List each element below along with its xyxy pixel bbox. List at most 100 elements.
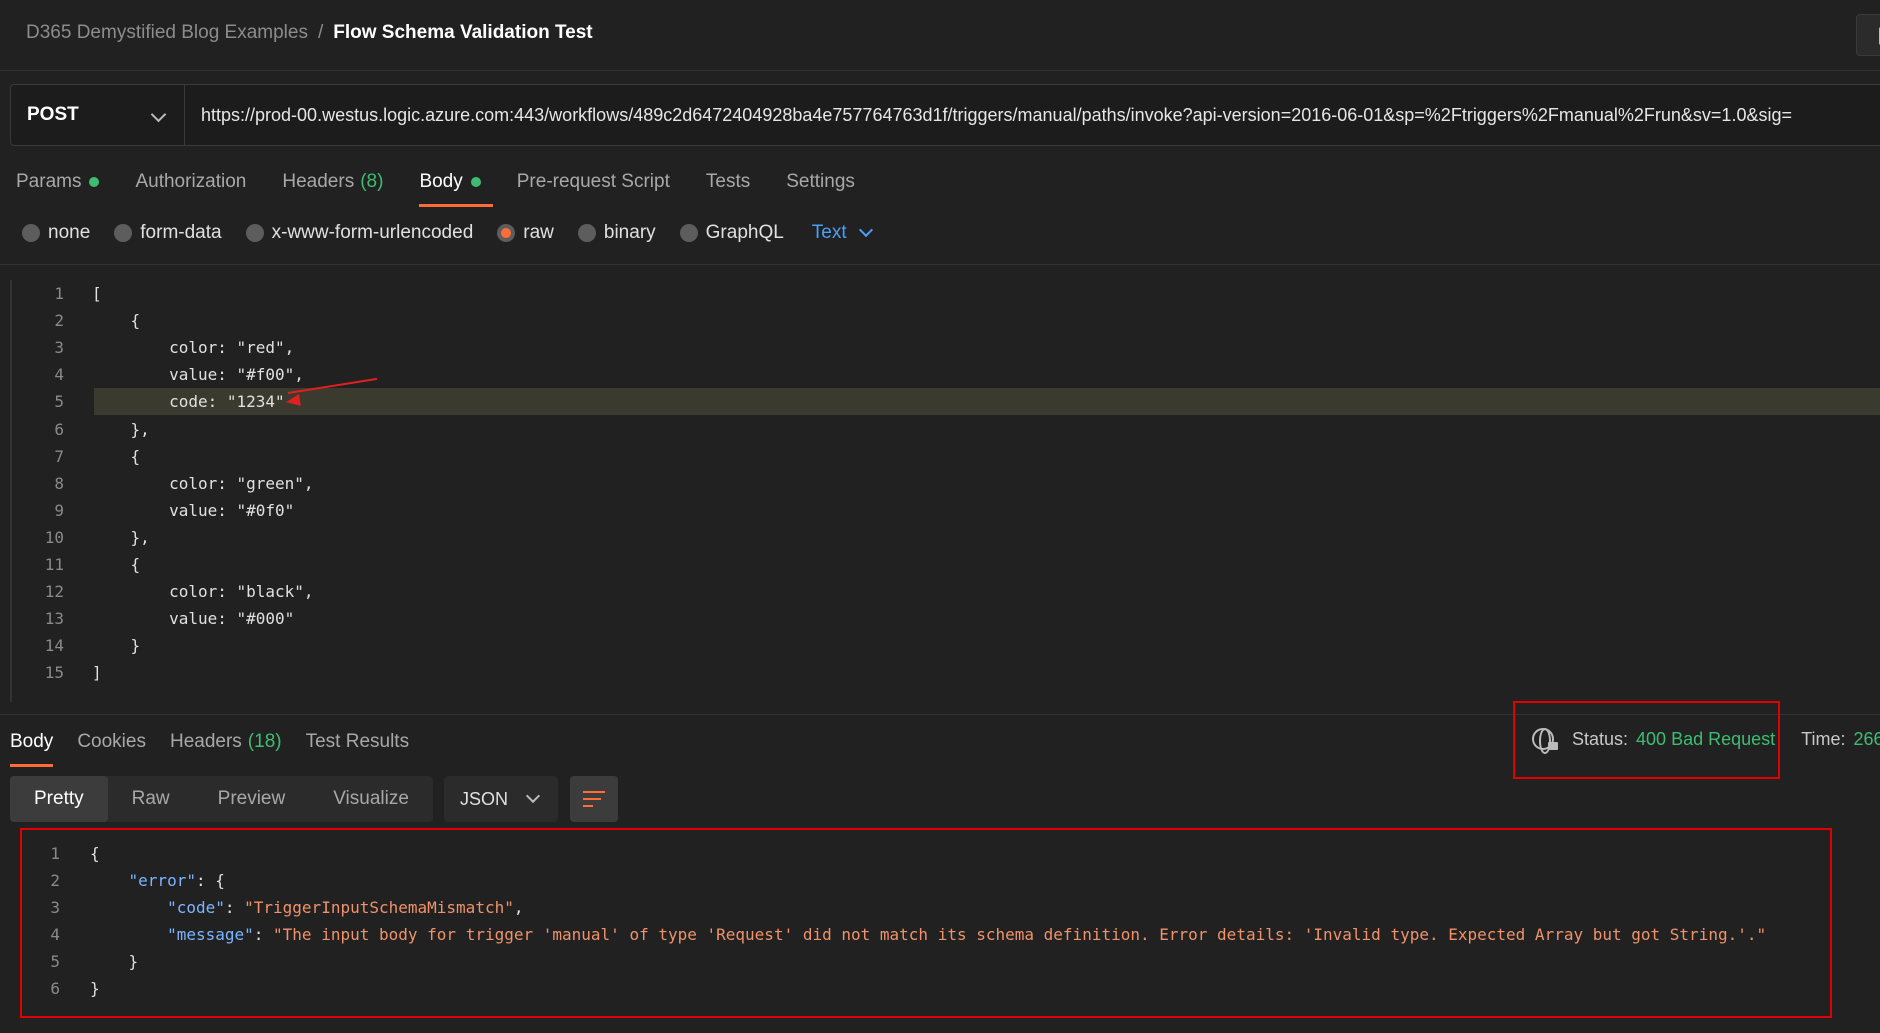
raw-format-select[interactable]: Text	[811, 222, 873, 244]
code-text: color: "black",	[92, 582, 314, 602]
wrap-icon-line	[583, 805, 593, 807]
network-globe-icon[interactable]	[1532, 728, 1558, 754]
request-title[interactable]: Flow Schema Validation Test	[333, 22, 592, 44]
radio-raw[interactable]: raw	[497, 222, 554, 244]
status-value[interactable]: 400 Bad Request	[1636, 729, 1775, 750]
code-line: 2 {	[12, 307, 1880, 334]
view-raw-button[interactable]: Raw	[108, 776, 194, 822]
lock-icon	[1548, 742, 1558, 750]
tab-headers[interactable]: Headers (8)	[282, 168, 383, 196]
radio-label: GraphQL	[705, 222, 784, 243]
code-line: 3 "code": "TriggerInputSchemaMismatch",	[50, 898, 524, 917]
tab-authorization[interactable]: Authorization	[135, 168, 246, 196]
tab-params[interactable]: Params	[16, 168, 100, 196]
url-input[interactable]: https://prod-00.westus.logic.azure.com:4…	[185, 85, 1880, 145]
code-line: 4 "message": "The input body for trigger…	[50, 925, 1767, 944]
code-line: 15]	[12, 659, 1880, 686]
breadcrumb-workspace[interactable]: D365 Demystified Blog Examples	[26, 22, 308, 44]
radio-circle-selected	[497, 224, 516, 242]
wrap-icon	[583, 791, 605, 793]
json-string: "TriggerInputSchemaMismatch"	[244, 898, 514, 917]
active-dot-icon	[470, 177, 481, 187]
code-line: 10 },	[12, 524, 1880, 551]
code-line: 8 color: "green",	[12, 470, 1880, 497]
tab-label: Body	[419, 171, 463, 192]
line-number: 14	[44, 636, 64, 656]
save-button[interactable]	[1856, 14, 1880, 56]
time-label: Time:	[1801, 728, 1846, 749]
code-line: 4 value: "#f00",	[12, 361, 1880, 388]
radio-x-www-form-urlencoded[interactable]: x-www-form-urlencoded	[245, 222, 474, 244]
code-text: color: "red",	[92, 338, 295, 358]
line-number: 11	[44, 555, 64, 574]
raw-format-label: Text	[811, 222, 847, 243]
code-text: {	[92, 446, 141, 466]
line-number: 12	[44, 582, 64, 602]
body-type-options: none form-data x-www-form-urlencoded raw…	[22, 222, 873, 244]
code-line: 1{	[50, 844, 100, 863]
wrap-lines-button[interactable]	[570, 776, 618, 822]
view-preview-button[interactable]: Preview	[194, 776, 310, 822]
response-format-select[interactable]: JSON	[444, 776, 558, 822]
radio-binary[interactable]: binary	[577, 222, 656, 244]
code-line: 1[	[12, 280, 1880, 307]
code-line: 2 "error": {	[50, 871, 225, 890]
radio-circle	[577, 224, 596, 242]
tab-cookies[interactable]: Cookies	[77, 728, 146, 756]
code-line: 7 {	[12, 443, 1880, 470]
radio-form-data[interactable]: form-data	[114, 222, 222, 244]
line-number: 10	[44, 527, 64, 547]
method-select[interactable]: POST	[11, 85, 185, 145]
response-status: Status: 400 Bad Request Time: 266 ms	[1532, 728, 1880, 754]
line-highlight	[94, 388, 1880, 416]
breadcrumb: D365 Demystified Blog Examples / Flow Sc…	[26, 22, 593, 44]
request-body-editor[interactable]: 1[2 {3 color: "red", 4 value: "#f00", 5 co…	[10, 280, 1880, 702]
wrap-icon-line	[583, 798, 601, 800]
request-tabs: Params Authorization Headers (8) Body Pr…	[16, 168, 891, 207]
line-number: 1	[54, 284, 64, 303]
code-text: [	[92, 284, 102, 303]
line-number: 5	[54, 392, 64, 412]
line-number: 13	[44, 609, 64, 629]
radio-none[interactable]: none	[22, 222, 90, 244]
header-divider	[0, 70, 1880, 71]
tab-label: Params	[16, 171, 82, 192]
code-text: color: "green",	[92, 473, 314, 493]
code-line: 13 value: "#000"	[12, 605, 1880, 632]
code-line: 5 }	[50, 952, 139, 971]
line-number: 15	[44, 663, 64, 683]
radio-graphql[interactable]: GraphQL	[679, 222, 784, 244]
line-number: 2	[54, 311, 64, 331]
tab-pre-request-script[interactable]: Pre-request Script	[517, 168, 670, 196]
tab-tests[interactable]: Tests	[706, 168, 750, 196]
line-number: 6	[54, 419, 64, 439]
radio-circle	[22, 224, 40, 242]
response-tabs: Body Cookies Headers (18) Test Results	[10, 728, 433, 767]
tab-body[interactable]: Body	[419, 168, 494, 207]
json-key: "code"	[167, 898, 225, 917]
code-text: }	[92, 636, 141, 656]
view-pretty-button[interactable]: Pretty	[10, 776, 108, 822]
method-label: POST	[27, 104, 79, 125]
request-bar: POST https://prod-00.westus.logic.azure.…	[10, 84, 1880, 146]
active-dot-icon	[89, 177, 100, 187]
tab-test-results[interactable]: Test Results	[306, 728, 409, 756]
tab-response-body[interactable]: Body	[10, 728, 54, 767]
radio-label: binary	[603, 222, 656, 243]
code-text: },	[92, 527, 150, 547]
radio-label: x-www-form-urlencoded	[271, 222, 474, 243]
breadcrumb-separator: /	[317, 22, 324, 43]
time-value[interactable]: 266 ms	[1853, 729, 1880, 750]
line-number: 4	[54, 365, 64, 385]
tab-response-headers[interactable]: Headers (18)	[170, 728, 282, 756]
view-visualize-button[interactable]: Visualize	[309, 776, 433, 822]
chevron-down-icon	[525, 788, 541, 804]
tab-label: Headers	[282, 171, 355, 192]
code-text: code: "1234"	[92, 392, 285, 412]
chevron-down-icon	[150, 106, 167, 123]
tab-label: Body	[10, 731, 54, 752]
tab-settings[interactable]: Settings	[786, 168, 855, 196]
code-line: 14 }	[12, 632, 1880, 659]
radio-label: raw	[523, 222, 554, 243]
json-string: "The input body for trigger 'manual' of …	[273, 925, 1767, 944]
